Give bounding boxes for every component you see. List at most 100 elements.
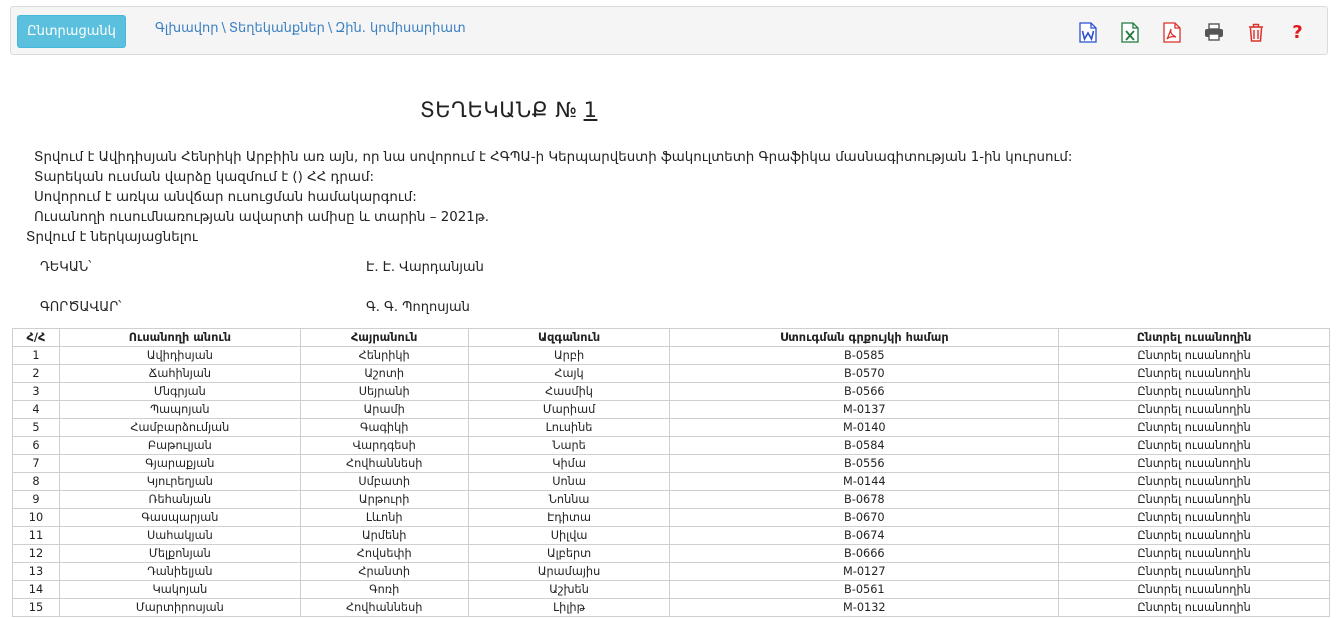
record-book-number: B-0584 — [669, 436, 1060, 455]
record-book-number: B-0585 — [669, 346, 1060, 365]
student-last-name: Նոննա — [467, 490, 671, 509]
row-number: 5 — [12, 418, 60, 437]
student-first-name: Սահակյան — [58, 526, 301, 545]
row-number: 7 — [12, 454, 60, 473]
record-book-number: B-0670 — [669, 508, 1060, 527]
table-row: 7 Գյարաքյան Հովհաննեսի Կիմա B-0556 Ընտրել ուս… — [12, 454, 1330, 473]
toolbar: Ընտրացանկ Գլխավոր \ Տեղեկանքներ \ Զին. կոմիս… — [10, 6, 1328, 55]
student-first-name: Ավիդիսյան — [58, 346, 301, 365]
select-student-link[interactable]: Ընտրել ուսանողին — [1058, 400, 1330, 419]
student-patronymic: Հովսեփի — [299, 544, 469, 563]
select-menu-button[interactable]: Ընտրացանկ — [17, 15, 126, 48]
table-row: 8 Կյուրեղյան Սմբատի Սոնա M-0144 Ընտրել ուսանո… — [12, 472, 1330, 491]
breadcrumb-references[interactable]: Տեղեկանքներ — [229, 21, 325, 36]
student-first-name: Ճահինյան — [58, 364, 301, 383]
table-row: 4 Պապոյան Արամի Մարիամ M-0137 Ընտրել ուսանողի… — [12, 400, 1330, 419]
select-student-link[interactable]: Ընտրել ուսանողին — [1058, 544, 1330, 563]
row-number: 10 — [12, 508, 60, 527]
select-student-link[interactable]: Ընտրել ուսանողին — [1058, 382, 1330, 401]
select-student-link[interactable]: Ընտրել ուսանողին — [1058, 436, 1330, 455]
row-number: 9 — [12, 490, 60, 509]
breadcrumb-military-commissariat[interactable]: Զին. կոմիսարիատ — [335, 21, 465, 36]
student-last-name: Հայկ — [467, 364, 671, 383]
student-patronymic: Հովհաննեսի — [299, 598, 469, 617]
excel-icon[interactable] — [1118, 21, 1141, 43]
student-first-name: Մելքոնյան — [58, 544, 301, 563]
row-number: 8 — [12, 472, 60, 491]
select-student-link[interactable]: Ընտրել ուսանողին — [1058, 508, 1330, 527]
select-student-link[interactable]: Ընտրել ուսանողին — [1058, 364, 1330, 383]
manager-name: Գ. Գ. Պողոսյան — [366, 300, 470, 315]
student-first-name: Բաթուլյան — [58, 436, 301, 455]
student-last-name: Լիլիթ — [467, 598, 671, 617]
help-icon[interactable]: ? — [1286, 21, 1309, 43]
table-row: 6 Բաթուլյան Վարդգեսի Նարե B-0584 Ընտրել ուսան… — [12, 436, 1330, 455]
manager-label: ԳՈՐԾԱՎԱՐ՝ — [40, 300, 122, 315]
student-last-name: Արբի — [467, 346, 671, 365]
table-row: 13 Դանիելյան Հրանտի Արամայիս M-0127 Ընտրել ու… — [12, 562, 1330, 581]
student-last-name: Կիմա — [467, 454, 671, 473]
student-last-name: Հասմիկ — [467, 382, 671, 401]
table-row: 3 Մնգրյան Սեյրանի Հասմիկ B-0566 Ընտրել ուսանո… — [12, 382, 1330, 401]
student-last-name: Ալբերտ — [467, 544, 671, 563]
table-body: 1 Ավիդիսյան Հենրիկի Արբի B-0585 Ընտրել ուսանո… — [12, 346, 1330, 617]
table-row: 12 Մելքոնյան Հովսեփի Ալբերտ B-0666 Ընտրել ուս… — [12, 544, 1330, 563]
select-student-link[interactable]: Ընտրել ուսանողին — [1058, 346, 1330, 365]
document-line-3: Սովորում է առկա անվճար ուսուցման համակար… — [34, 190, 417, 205]
student-patronymic: Հովհաննեսի — [299, 454, 469, 473]
row-number: 4 — [12, 400, 60, 419]
help-glyph: ? — [1292, 21, 1303, 43]
student-first-name: Համբարձումյան — [58, 418, 301, 437]
record-book-number: B-0561 — [669, 580, 1060, 599]
table-row: 2 Ճահինյան Աշոտի Հայկ B-0570 Ընտրել ուսանողին — [12, 364, 1330, 383]
print-icon[interactable] — [1202, 21, 1225, 43]
row-number: 15 — [12, 598, 60, 617]
select-student-link[interactable]: Ընտրել ուսանողին — [1058, 418, 1330, 437]
student-first-name: Կակոյան — [58, 580, 301, 599]
table-row: 10 Գասպարյան Լևոնի Էդիտա B-0670 Ընտրել ուսանո… — [12, 508, 1330, 527]
select-student-link[interactable]: Ընտրել ուսանողին — [1058, 562, 1330, 581]
word-icon[interactable] — [1076, 21, 1099, 43]
document-line-5: Տրվում է ներկայացնելու — [26, 230, 198, 245]
record-book-number: B-0674 — [669, 526, 1060, 545]
select-student-link[interactable]: Ընտրել ուսանողին — [1058, 472, 1330, 491]
pdf-icon[interactable] — [1160, 21, 1183, 43]
record-book-number: B-0678 — [669, 490, 1060, 509]
record-book-number: B-0570 — [669, 364, 1060, 383]
student-patronymic: Վարդգեսի — [299, 436, 469, 455]
student-patronymic: Գագիկի — [299, 418, 469, 437]
trash-icon[interactable] — [1244, 21, 1267, 43]
table-row: 11 Սահակյան Արմենի Սիլվա B-0674 Ընտրել ուսանո… — [12, 526, 1330, 545]
select-student-link[interactable]: Ընտրել ուսանողին — [1058, 454, 1330, 473]
record-book-number: B-0556 — [669, 454, 1060, 473]
student-patronymic: Սմբատի — [299, 472, 469, 491]
student-first-name: Կյուրեղյան — [58, 472, 301, 491]
row-number: 3 — [12, 382, 60, 401]
select-student-link[interactable]: Ընտրել ուսանողին — [1058, 490, 1330, 509]
document-line-2: Տարեկան ուսման վարձը կազմում է () ՀՀ դրա… — [34, 170, 374, 185]
student-last-name: Էդիտա — [467, 508, 671, 527]
select-student-link[interactable]: Ընտրել ուսանողին — [1058, 526, 1330, 545]
dean-name: Է. Է. Վարդանյան — [366, 260, 484, 275]
student-first-name: Մարտիրոսյան — [58, 598, 301, 617]
header-patronymic: Հայրանուն — [299, 328, 469, 347]
header-last-name: Ազգանուն — [467, 328, 671, 347]
student-last-name: Սոնա — [467, 472, 671, 491]
record-book-number: M-0140 — [669, 418, 1060, 437]
student-last-name: Մարիամ — [467, 400, 671, 419]
student-patronymic: Արթուրի — [299, 490, 469, 509]
row-number: 2 — [12, 364, 60, 383]
select-student-link[interactable]: Ընտրել ուսանողին — [1058, 580, 1330, 599]
breadcrumb-separator: \ — [221, 21, 226, 36]
table-row: 14 Կակոյան Գոռի Աշխեն B-0561 Ընտրել ուսանողին — [12, 580, 1330, 599]
student-patronymic: Լևոնի — [299, 508, 469, 527]
student-first-name: Գասպարյան — [58, 508, 301, 527]
student-first-name: Դանիելյան — [58, 562, 301, 581]
document-number: 1 — [583, 98, 598, 122]
breadcrumb-separator: \ — [327, 21, 333, 36]
dean-label: ԴԵԿԱՆ՝ — [40, 260, 92, 275]
export-actions: ? — [1076, 21, 1309, 43]
select-student-link[interactable]: Ընտրել ուսանողին — [1058, 598, 1330, 617]
student-first-name: Մնգրյան — [58, 382, 301, 401]
breadcrumb-home[interactable]: Գլխավոր — [155, 21, 218, 36]
